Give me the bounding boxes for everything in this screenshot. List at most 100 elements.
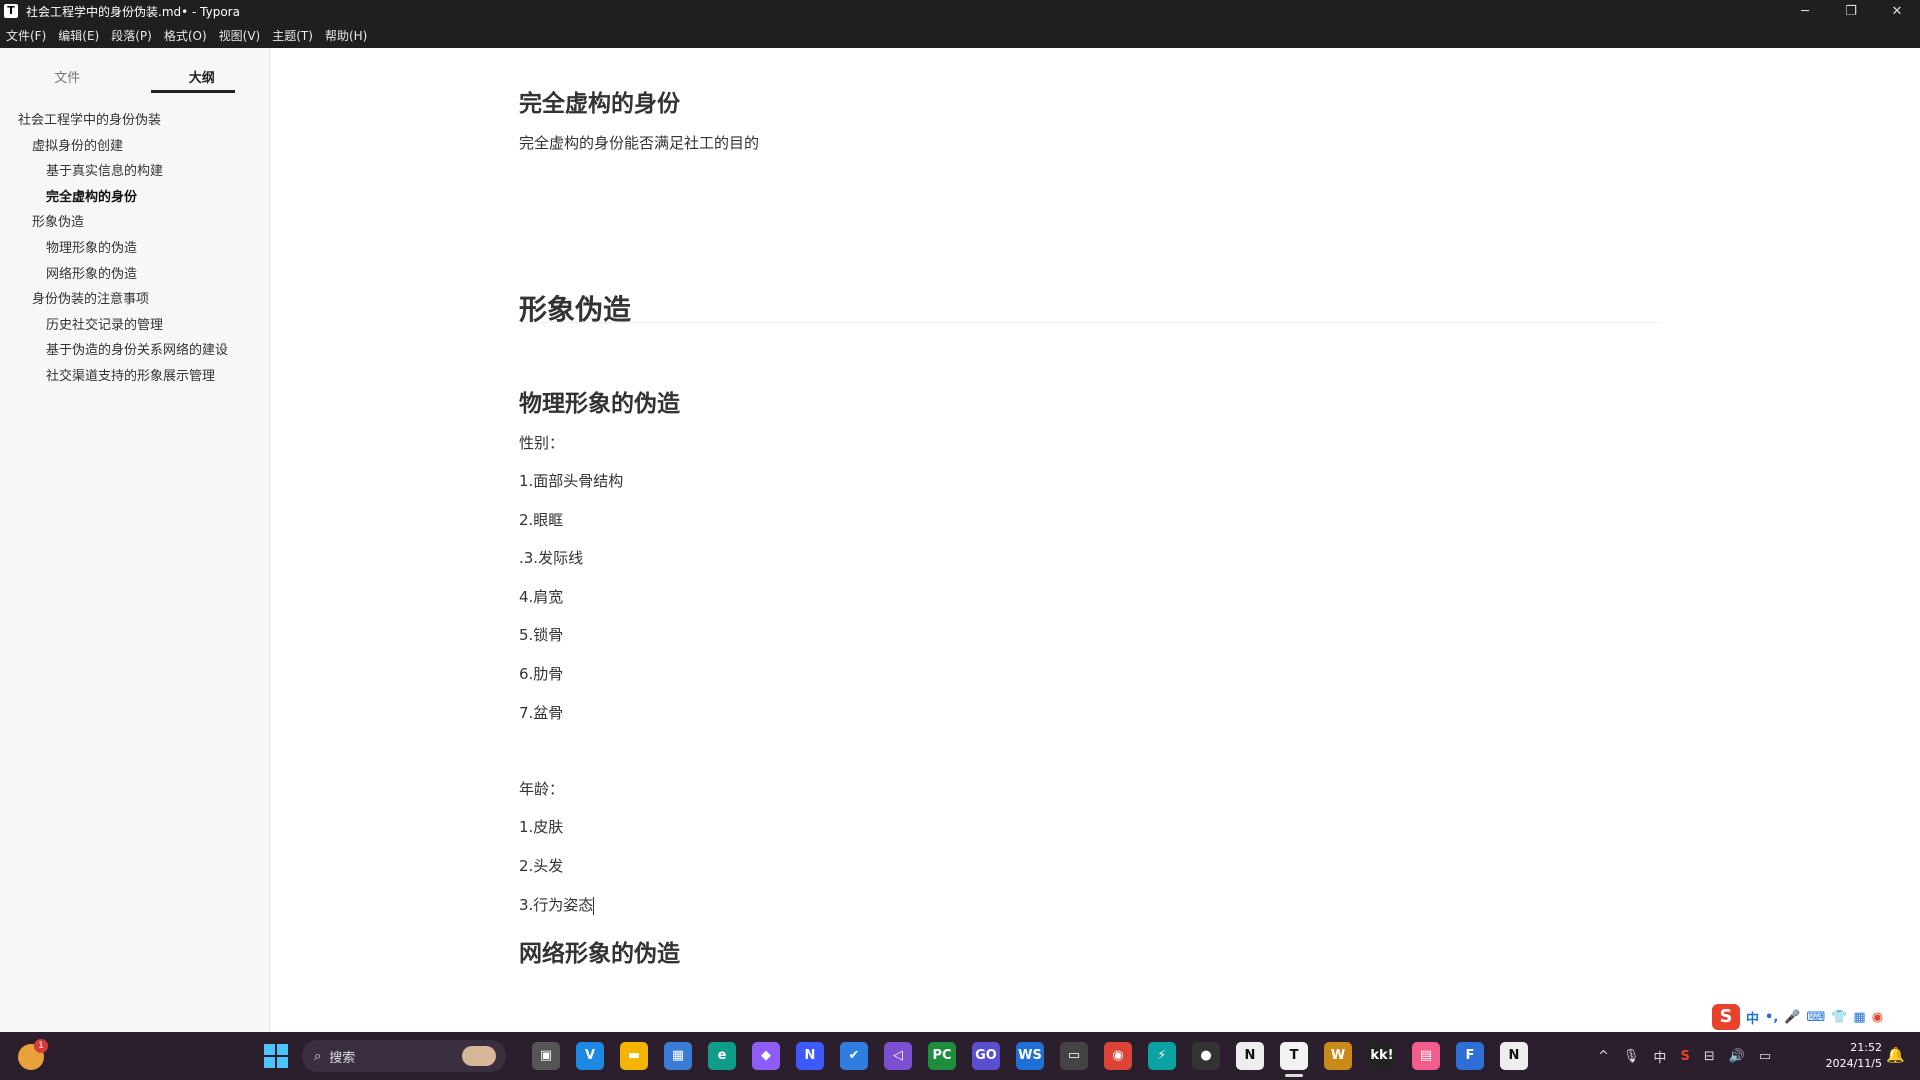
sidebar-tabs: 文件 大纲 [0, 48, 269, 98]
ime-avatar-icon[interactable]: ◉ [1872, 1010, 1883, 1025]
menu-file[interactable]: 文件(F) [6, 27, 46, 44]
app-n-icon[interactable]: N [796, 1042, 824, 1070]
visual-studio-icon[interactable]: ◁ [884, 1042, 912, 1070]
taskbar: 1 ⌕ 搜索 ▣ V ▬ ▦ e ◆ N ✔ ◁ PC GO WS ▭ ◉ ⚡ ● N T Wkk! ▤ F N ^ 🎙 … [0, 1032, 1920, 1080]
taskbar-search[interactable]: ⌕ 搜索 [302, 1040, 506, 1072]
outline-item[interactable]: 物理形象的伪造 [0, 236, 270, 262]
todo-icon[interactable]: ✔ [840, 1042, 868, 1070]
minimize-button[interactable]: ─ [1782, 0, 1828, 22]
age-label[interactable]: 年龄： [519, 778, 564, 799]
active-tab-indicator [151, 90, 235, 93]
ime-toolbar: S 中 •, 🎤 ⌨ 👕 ▦ ◉ [1712, 1003, 1920, 1031]
gender-item[interactable]: .3.发际线 [519, 547, 583, 568]
ime-keyboard-icon[interactable]: ⌨ [1806, 1010, 1825, 1025]
kk-app-icon[interactable]: kk! [1368, 1042, 1396, 1070]
microphone-icon[interactable]: 🎙 [1623, 1049, 1640, 1064]
w-app-icon[interactable]: W [1324, 1042, 1352, 1070]
window-title: 社会工程学中的身份伪装.md• - Typora [26, 4, 240, 19]
outline-item[interactable]: 历史社交记录的管理 [0, 313, 270, 339]
outline-item[interactable]: 网络形象的伪造 [0, 262, 270, 288]
gender-item[interactable]: 5.锁骨 [519, 624, 563, 645]
outline-list: 社会工程学中的身份伪装 虚拟身份的创建 基于真实信息的构建 完全虚构的身份 形象伪造 物理… [0, 108, 270, 390]
menu-paragraph[interactable]: 段落(P) [111, 27, 152, 44]
sidebar: 文件 大纲 社会工程学中的身份伪装 虚拟身份的创建 基于真实信息的构建 完全虚构的身份… [0, 48, 270, 1032]
menu-help[interactable]: 帮助(H) [325, 27, 367, 44]
outline-item[interactable]: 基于真实信息的构建 [0, 159, 270, 185]
input-method-indicator[interactable]: 中 [1653, 1047, 1666, 1066]
age-item[interactable]: 1.皮肤 [519, 816, 563, 837]
edge-icon[interactable]: e [708, 1042, 736, 1070]
age-item[interactable]: 2.头发 [519, 855, 563, 876]
menu-theme[interactable]: 主题(T) [272, 27, 313, 44]
age-item-with-caret[interactable]: 3.行为姿态 [519, 894, 595, 915]
tab-files[interactable]: 文件 [0, 48, 135, 98]
typora-icon[interactable]: T [1280, 1042, 1308, 1070]
chrome-icon[interactable]: ◉ [1104, 1042, 1132, 1070]
clock-date: 2024/11/5 [1825, 1057, 1882, 1070]
bilibili-icon[interactable]: ▤ [1412, 1042, 1440, 1070]
outline-item[interactable]: 虚拟身份的创建 [0, 134, 270, 160]
menu-bar: 文件(F) 编辑(E) 段落(P) 格式(O) 视图(V) 主题(T) 帮助(H… [0, 22, 1920, 48]
terminal-icon[interactable]: ▭ [1060, 1042, 1088, 1070]
title-bar: T 社会工程学中的身份伪装.md• - Typora ─ ❐ ✕ [0, 0, 1920, 22]
ime-mic-icon[interactable]: 🎤 [1784, 1010, 1800, 1025]
ms-store-icon[interactable]: ▦ [664, 1042, 692, 1070]
file-explorer-icon[interactable]: ▬ [620, 1042, 648, 1070]
menu-view[interactable]: 视图(V) [219, 27, 261, 44]
age-item[interactable]: 3.行为姿态 [519, 896, 593, 914]
pycharm-icon[interactable]: PC [928, 1042, 956, 1070]
outline-item[interactable]: 完全虚构的身份 [0, 185, 270, 211]
gender-item[interactable]: 6.肋骨 [519, 663, 563, 684]
outline-item[interactable]: 社交渠道支持的形象展示管理 [0, 364, 270, 390]
heading-fictional-identity[interactable]: 完全虚构的身份 [519, 84, 680, 118]
heading-online-image[interactable]: 网络形象的伪造 [519, 934, 680, 968]
gender-item[interactable]: 4.肩宽 [519, 586, 563, 607]
search-placeholder: 搜索 [329, 1050, 356, 1066]
goland-icon[interactable]: GO [972, 1042, 1000, 1070]
volume-icon[interactable]: 🔊 [1729, 1049, 1745, 1064]
tray-chevron-icon[interactable]: ^ [1598, 1049, 1609, 1064]
heading-physical-image[interactable]: 物理形象的伪造 [519, 384, 680, 418]
outline-item[interactable]: 形象伪造 [0, 210, 270, 236]
gender-label[interactable]: 性别： [519, 432, 564, 453]
ime-skin-icon[interactable]: 👕 [1831, 1010, 1847, 1025]
start-button[interactable] [264, 1044, 288, 1068]
menu-format[interactable]: 格式(O) [164, 27, 207, 44]
outline-item[interactable]: 基于伪造的身份关系网络的建设 [0, 338, 270, 364]
text-caret [593, 896, 595, 915]
paragraph-fictional-identity[interactable]: 完全虚构的身份能否满足社工的目的 [519, 132, 759, 153]
copilot-icon[interactable]: ◆ [752, 1042, 780, 1070]
task-view-icon[interactable]: ▣ [532, 1042, 560, 1070]
typora-app-icon: T [4, 4, 18, 18]
sogou-ime-logo[interactable]: S [1712, 1004, 1740, 1030]
close-button[interactable]: ✕ [1874, 0, 1920, 22]
weather-badge: 1 [34, 1039, 48, 1053]
search-icon: ⌕ [314, 1048, 322, 1064]
gender-item[interactable]: 7.盆骨 [519, 702, 563, 723]
ime-punctuation-mode[interactable]: •, [1765, 1010, 1778, 1025]
menu-edit[interactable]: 编辑(E) [58, 27, 99, 44]
clock-time: 21:52 [1850, 1041, 1882, 1054]
search-highlight-image [462, 1046, 496, 1066]
sogou-tray-icon[interactable]: S [1680, 1049, 1689, 1064]
notification-bell-icon[interactable]: 🔔 [1886, 1046, 1905, 1064]
webstorm-icon[interactable]: WS [1016, 1042, 1044, 1070]
gender-item[interactable]: 1.面部头骨结构 [519, 470, 623, 491]
battery-icon[interactable]: ▭ [1759, 1049, 1771, 1064]
outline-item[interactable]: 社会工程学中的身份伪装 [0, 108, 270, 134]
vpn-icon[interactable]: V [576, 1042, 604, 1070]
notion-2-icon[interactable]: N [1500, 1042, 1528, 1070]
active-app-indicator [1285, 1074, 1303, 1077]
f-app-icon[interactable]: F [1456, 1042, 1484, 1070]
notion-icon[interactable]: N [1236, 1042, 1264, 1070]
outline-item[interactable]: 身份伪装的注意事项 [0, 287, 270, 313]
network-icon[interactable]: ⊟ [1704, 1049, 1715, 1064]
github-icon[interactable]: ● [1192, 1042, 1220, 1070]
bolt-app-icon[interactable]: ⚡ [1148, 1042, 1176, 1070]
ime-toolbox-icon[interactable]: ▦ [1853, 1010, 1865, 1025]
maximize-button[interactable]: ❐ [1828, 0, 1874, 22]
gender-item[interactable]: 2.眼眶 [519, 509, 563, 530]
clock[interactable]: 21:52 2024/11/5 [1812, 1040, 1882, 1072]
ime-chinese-mode[interactable]: 中 [1746, 1008, 1759, 1027]
editor-pane[interactable]: 完全虚构的身份 完全虚构的身份能否满足社工的目的 形象伪造 物理形象的伪造 性别… [271, 48, 1920, 1032]
